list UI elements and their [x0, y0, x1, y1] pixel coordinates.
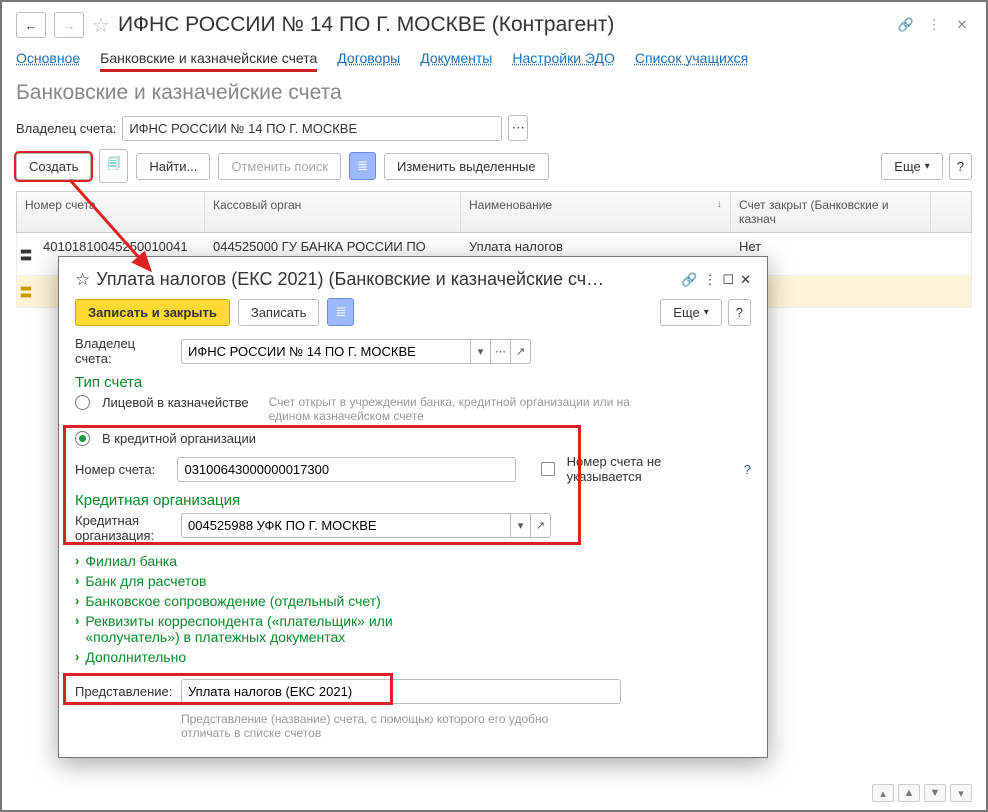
dlg-help-button[interactable]: ? [728, 299, 751, 326]
expand-corr[interactable]: ›Реквизиты корреспондента («плательщик» … [75, 613, 751, 645]
radio-credit-org[interactable] [75, 431, 90, 446]
expand-extra[interactable]: ›Дополнительно [75, 649, 751, 665]
credit-org-input[interactable] [181, 513, 511, 538]
star-icon[interactable]: ☆ [92, 13, 110, 38]
owner-ellipsis[interactable]: ⋯ [508, 115, 528, 141]
open-button[interactable]: ↗ [511, 339, 531, 364]
dropdown-button[interactable]: ▾ [471, 339, 491, 364]
tab-students[interactable]: Список учащихся [635, 44, 748, 72]
link-icon[interactable]: 🔗 [896, 15, 916, 35]
dialog-title: Уплата налогов (ЕКС 2021) (Банковские и … [96, 269, 675, 290]
tab-main[interactable]: Основное [16, 44, 80, 72]
tab-edo[interactable]: Настройки ЭДО [512, 44, 615, 72]
account-type-title: Тип счета [75, 374, 751, 391]
expand-escrow[interactable]: ›Банковское сопровождение (отдельный сче… [75, 593, 751, 609]
expand-bank[interactable]: ›Банк для расчетов [75, 573, 751, 589]
scroll-down-icon[interactable]: ▼ [924, 784, 946, 802]
scroll-bottom-icon[interactable]: ▾ [950, 784, 972, 802]
row-indicator-icon: 〓 [17, 276, 35, 307]
forward-button[interactable]: → [54, 12, 84, 38]
edit-selected-button[interactable]: Изменить выделенные [384, 153, 549, 180]
find-button[interactable]: Найти... [136, 153, 210, 180]
cancel-search-button: Отменить поиск [218, 153, 341, 180]
tab-accounts[interactable]: Банковские и казначейские счета [100, 44, 317, 72]
acct-num-label: Номер счета: [75, 462, 171, 477]
chevron-right-icon: › [75, 613, 79, 628]
close-icon[interactable]: ✕ [740, 272, 751, 288]
grid-header: Номер счета Кассовый орган Наименование↓… [16, 191, 972, 233]
expand-branch[interactable]: ›Филиал банка [75, 553, 751, 569]
list-mode-button[interactable]: ≣ [327, 298, 354, 326]
repr-hint: Представление (название) счета, с помощь… [181, 712, 581, 740]
footer-bar: ▴ ▲ ▼ ▾ [16, 784, 972, 802]
create-copy-button[interactable]: 🗐 [99, 149, 128, 183]
list-mode-button[interactable]: ≣ [349, 152, 376, 180]
acct-num-input[interactable] [177, 457, 515, 482]
chevron-right-icon: › [75, 649, 79, 664]
scroll-top-icon[interactable]: ▴ [872, 784, 894, 802]
dlg-owner-label: Владелец счета: [75, 336, 175, 366]
credit-org-title: Кредитная организация [75, 492, 751, 509]
sort-desc-icon: ↓ [717, 198, 723, 226]
copy-icon: 🗐 [107, 155, 120, 177]
col-cash-org[interactable]: Кассовый орган [205, 192, 461, 232]
credit-org-label: Кредитная организация: [75, 513, 175, 543]
no-acct-label: Номер счета не указывается [567, 454, 734, 484]
tab-contracts[interactable]: Договоры [337, 44, 400, 72]
chevron-right-icon: › [75, 553, 79, 568]
page-title: ИФНС РОССИИ № 14 ПО Г. МОСКВЕ (Контраген… [118, 13, 888, 37]
tab-documents[interactable]: Документы [420, 44, 492, 72]
repr-label: Представление: [75, 684, 175, 699]
scroll-up-icon[interactable]: ▲ [898, 784, 920, 802]
row-indicator-icon: 〓 [17, 233, 35, 275]
star-icon[interactable]: ☆ [75, 270, 90, 290]
open-button[interactable]: ↗ [531, 513, 551, 538]
section-title: Банковские и казначейские счета [16, 81, 972, 105]
tab-bar: Основное Банковские и казначейские счета… [16, 44, 972, 73]
chevron-right-icon: › [75, 573, 79, 588]
save-button[interactable]: Записать [238, 299, 320, 326]
more-button[interactable]: Еще ▾ [881, 153, 942, 180]
account-dialog: ☆ Уплата налогов (ЕКС 2021) (Банковские … [58, 256, 768, 758]
ellipsis-button[interactable]: ⋯ [491, 339, 511, 364]
col-closed[interactable]: Счет закрыт (Банковские и казнач [731, 192, 931, 232]
repr-input[interactable] [181, 679, 621, 704]
maximize-icon[interactable]: ☐ [722, 272, 734, 288]
radio-hint: Счет открыт в учреждении банка, кредитно… [269, 395, 659, 423]
close-icon[interactable]: ✕ [952, 15, 972, 35]
col-name[interactable]: Наименование↓ [461, 192, 731, 232]
help-button[interactable]: ? [949, 153, 972, 180]
chevron-right-icon: › [75, 593, 79, 608]
dlg-owner-input[interactable] [181, 339, 471, 364]
dlg-more-button[interactable]: Еще ▾ [660, 299, 721, 326]
link-icon[interactable]: 🔗 [681, 272, 697, 288]
help-link-icon[interactable]: ? [744, 462, 751, 477]
radio-treasury-label: Лицевой в казначействе [102, 395, 249, 410]
col-account[interactable]: Номер счета [17, 192, 205, 232]
create-button[interactable]: Создать [16, 153, 91, 180]
owner-input[interactable]: ИФНС РОССИИ № 14 ПО Г. МОСКВЕ [122, 116, 502, 141]
dropdown-button[interactable]: ▾ [511, 513, 531, 538]
kebab-icon[interactable]: ⋮ [703, 272, 716, 288]
owner-label: Владелец счета: [16, 121, 116, 136]
radio-treasury[interactable] [75, 395, 90, 410]
back-button[interactable]: ← [16, 12, 46, 38]
radio-credit-org-label: В кредитной организации [102, 431, 256, 446]
no-acct-checkbox[interactable] [541, 462, 555, 476]
kebab-icon[interactable]: ⋮ [924, 15, 944, 35]
save-close-button[interactable]: Записать и закрыть [75, 299, 230, 326]
